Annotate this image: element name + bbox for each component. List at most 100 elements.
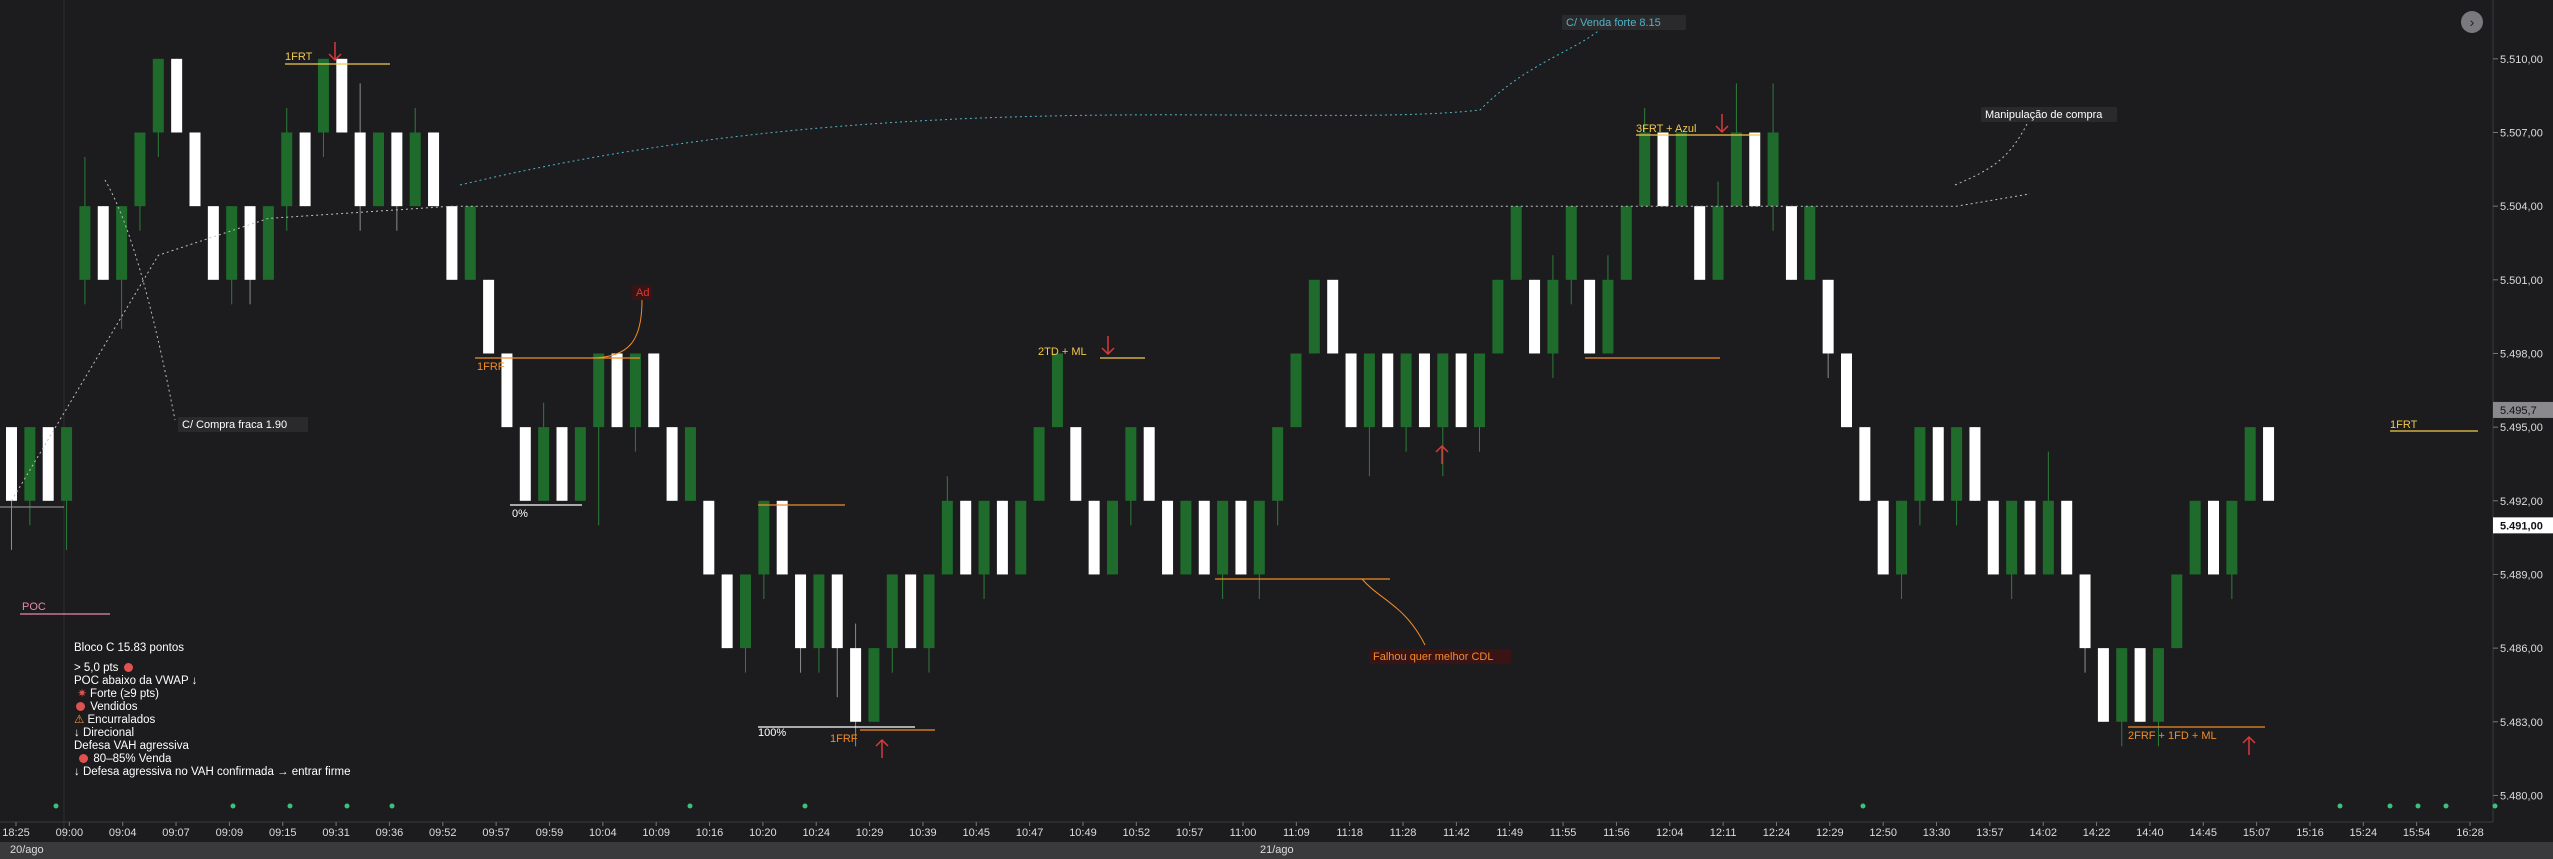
x-tick-label: 10:45 — [962, 827, 990, 839]
info-line-confirmada: ↓ Defesa agressiva no VAH confirmada → e… — [74, 766, 351, 778]
bull-brick — [1217, 500, 1229, 575]
bull-brick — [1675, 132, 1687, 207]
bear-brick — [428, 132, 440, 207]
y-tick-label: 5.510,00 — [2500, 54, 2543, 66]
bull-brick — [1437, 353, 1449, 428]
bear-brick — [97, 206, 109, 280]
signal-dot — [2415, 803, 2421, 809]
y-tick-label: 5.495,00 — [2500, 422, 2543, 434]
bull-brick — [262, 206, 274, 280]
bear-brick — [354, 132, 366, 207]
bull-brick — [317, 58, 329, 133]
bear-brick — [703, 500, 715, 575]
sell-arrow — [1715, 114, 1729, 134]
sell-arrow — [328, 42, 342, 62]
bear-brick — [1143, 427, 1155, 501]
bull-brick — [1712, 206, 1724, 280]
signal-dot — [2443, 803, 2449, 809]
signal-dot — [2492, 803, 2498, 809]
x-tick-label: 18:25 — [2, 827, 30, 839]
bull-brick — [2006, 500, 2018, 575]
star-icon: ✷ — [77, 688, 87, 700]
plot-area: C/ Compra fraca 1.90 C/ Venda forte 8.15 M… — [0, 0, 2478, 840]
bear-brick — [1694, 206, 1706, 280]
bull-brick — [1125, 427, 1137, 501]
x-tick-label: 09:09 — [216, 827, 244, 839]
x-tick-label: 15:54 — [2403, 827, 2431, 839]
bear-brick — [1198, 500, 1210, 575]
bull-brick — [1620, 206, 1632, 280]
x-tick-label: 10:49 — [1069, 827, 1097, 839]
bull-brick — [373, 132, 384, 207]
falhou-connector — [1361, 578, 1426, 646]
manipulacao-connector — [1954, 117, 2031, 186]
x-tick-label: 12:50 — [1869, 827, 1897, 839]
x-tick-label: 14:22 — [2083, 827, 2111, 839]
info-line-direcional: ↓ Direcional — [74, 727, 135, 739]
bear-brick — [1841, 353, 1852, 428]
info-line-text: Forte (≥9 pts) — [90, 688, 159, 700]
bear-brick — [207, 206, 219, 280]
x-tick-label: 10:16 — [696, 827, 724, 839]
bear-brick — [1584, 279, 1596, 354]
x-tick-label: 09:57 — [482, 827, 510, 839]
venda-forte-connector — [459, 24, 1606, 186]
bear-brick — [2208, 500, 2219, 575]
bull-brick — [1492, 279, 1504, 354]
bull-brick — [1180, 500, 1192, 575]
date-bar: 20/ago 21/ago — [0, 842, 2553, 859]
red-dot-icon — [79, 754, 89, 763]
x-tick-label: 10:04 — [589, 827, 617, 839]
red-dot-icon — [76, 702, 85, 711]
ad-connector — [589, 299, 643, 359]
info-line-pts: > 5,0 pts — [74, 662, 351, 675]
bull-brick — [2171, 574, 2183, 649]
y-tick-label: 5.492,00 — [2500, 496, 2543, 508]
y-tick-label: 5.507,00 — [2500, 127, 2543, 139]
x-tick-label: 09:59 — [536, 827, 564, 839]
warning-icon: ⚠ — [74, 714, 85, 726]
x-tick-label: 15:07 — [2243, 827, 2271, 839]
bear-brick — [2061, 500, 2073, 575]
x-tick-label: 12:24 — [1763, 827, 1791, 839]
bear-brick — [1657, 132, 1669, 207]
zero-pct-label: 0% — [512, 508, 528, 520]
x-tick-label: 10:09 — [642, 827, 670, 839]
bull-brick — [538, 427, 550, 501]
info-line-text: Encurralados — [87, 714, 156, 726]
scroll-to-latest-button[interactable]: › — [2461, 11, 2483, 33]
x-tick-label: 11:56 — [1603, 827, 1630, 839]
poc-label: POC — [22, 601, 46, 613]
bull-brick — [1015, 500, 1027, 575]
x-tick-label: 13:57 — [1976, 827, 2004, 839]
y-tick-label: 5.480,00 — [2500, 790, 2543, 802]
bear-brick — [996, 500, 1008, 575]
bull-brick — [24, 427, 36, 501]
bull-brick — [1107, 500, 1118, 575]
buy-arrow — [875, 738, 889, 758]
bull-brick — [2152, 648, 2164, 722]
bull-brick — [574, 427, 586, 501]
x-tick-label: 11:42 — [1443, 827, 1470, 839]
bear-brick — [483, 279, 495, 354]
bear-brick — [6, 427, 17, 501]
bear-brick — [1859, 427, 1871, 501]
signal-dot — [2337, 803, 2343, 809]
bull-brick — [1804, 206, 1816, 280]
bear-brick — [2263, 427, 2275, 501]
x-tick-label: 11:09 — [1283, 827, 1310, 839]
x-tick-label: 13:30 — [1923, 827, 1951, 839]
bull-brick — [813, 574, 825, 649]
bear-brick — [1785, 206, 1797, 280]
bull-brick — [740, 574, 751, 649]
x-tick-label: 10:24 — [802, 827, 830, 839]
x-tick-label: 10:57 — [1176, 827, 1204, 839]
current-price-label: 5.491,00 — [2500, 520, 2543, 532]
bull-brick — [1033, 427, 1045, 501]
bear-brick — [666, 427, 678, 501]
bear-brick — [648, 353, 660, 428]
x-tick-label: 16:28 — [2456, 827, 2484, 839]
bear-brick — [391, 132, 403, 207]
x-tick-label: 09:07 — [162, 827, 190, 839]
bear-brick — [556, 427, 568, 501]
